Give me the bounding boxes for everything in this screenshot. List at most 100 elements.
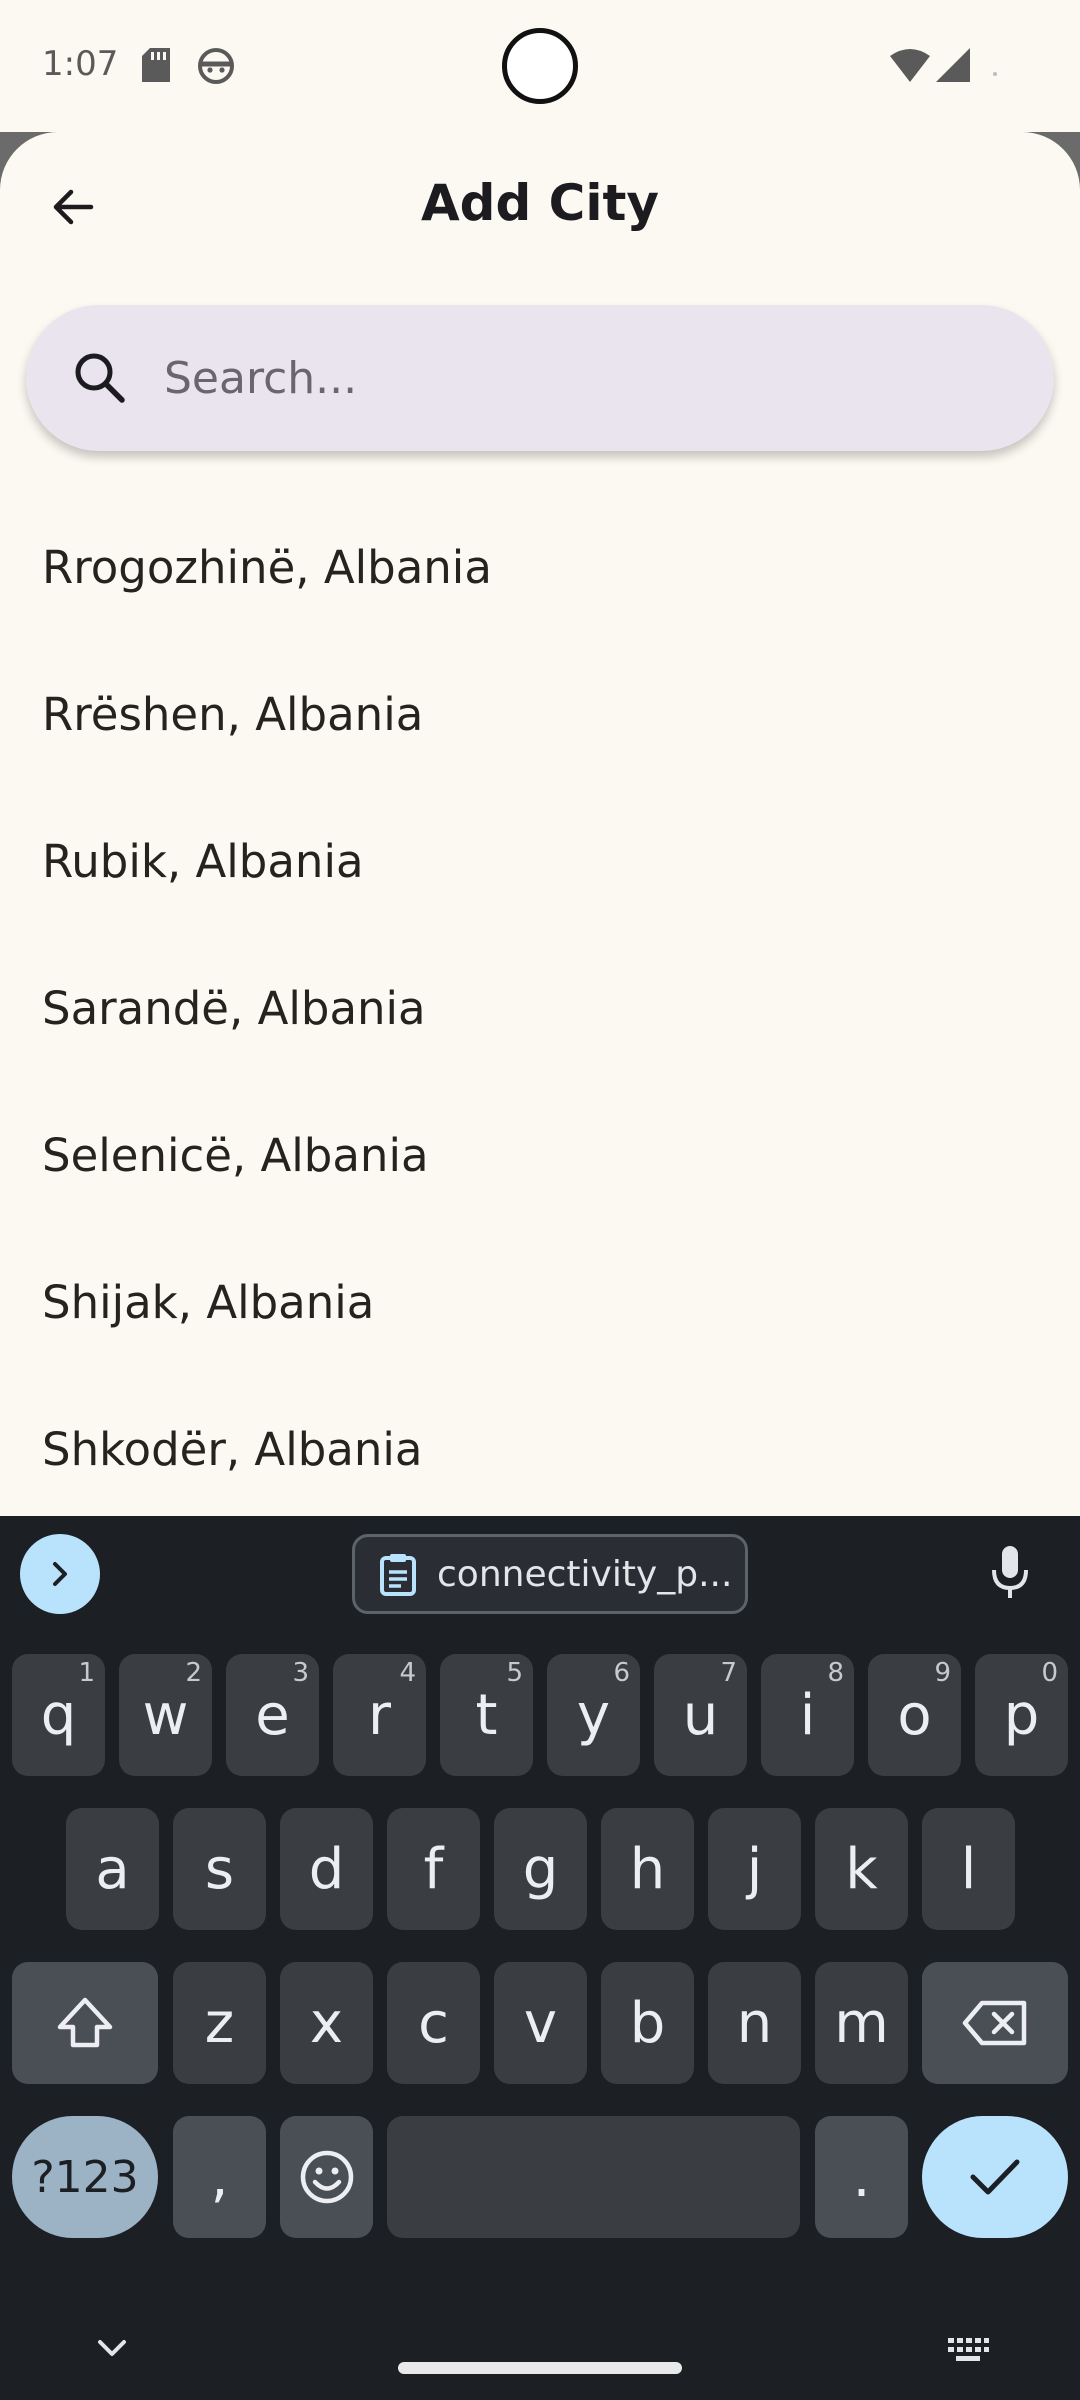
key-u[interactable]: u7	[654, 1654, 747, 1776]
key-label: j	[746, 1836, 763, 1902]
key-label: r	[367, 1682, 392, 1748]
android-face-icon	[198, 48, 234, 88]
key-y[interactable]: y6	[547, 1654, 640, 1776]
search-bar[interactable]	[26, 305, 1054, 451]
clipboard-suggestion-chip[interactable]: connectivity_p...	[352, 1534, 748, 1614]
enter-key[interactable]	[922, 2116, 1068, 2238]
key-label: u	[682, 1682, 719, 1748]
keyboard-toolbar: connectivity_p...	[0, 1516, 1080, 1632]
chevron-right-icon	[53, 1562, 67, 1586]
key-hint: 2	[185, 1658, 202, 1688]
battery-icon	[990, 64, 1000, 83]
key-label: v	[523, 1990, 558, 2056]
key-hint: 5	[506, 1658, 523, 1688]
key-label: n	[736, 1990, 773, 2056]
backspace-key[interactable]	[922, 1962, 1068, 2084]
emoji-key[interactable]	[280, 2116, 373, 2238]
comma-key[interactable]: ,	[173, 2116, 266, 2238]
on-screen-keyboard: connectivity_p... q1 w2 e3 r4 t5 y6 u7 i…	[0, 1516, 1080, 2400]
wifi-icon	[890, 48, 930, 86]
key-label: h	[629, 1836, 666, 1902]
key-s[interactable]: s	[173, 1808, 266, 1930]
key-a[interactable]: a	[66, 1808, 159, 1930]
key-label: i	[799, 1682, 816, 1748]
check-icon	[970, 2159, 1020, 2195]
key-label: l	[960, 1836, 977, 1902]
key-label: s	[204, 1836, 235, 1902]
key-g[interactable]: g	[494, 1808, 587, 1930]
key-b[interactable]: b	[601, 1962, 694, 2084]
key-label: p	[1003, 1682, 1040, 1748]
city-list-item[interactable]: Shijak, Albania	[0, 1229, 1080, 1376]
key-t[interactable]: t5	[440, 1654, 533, 1776]
status-time: 1:07	[42, 44, 119, 84]
city-list-item[interactable]: Rrogozhinë, Albania	[0, 494, 1080, 641]
key-hint: 9	[934, 1658, 951, 1688]
page-title: Add City	[420, 174, 659, 232]
key-m[interactable]: m	[815, 1962, 908, 2084]
key-hint: 6	[613, 1658, 630, 1688]
key-label: f	[423, 1836, 444, 1902]
key-j[interactable]: j	[708, 1808, 801, 1930]
emoji-icon	[300, 2150, 353, 2204]
key-p[interactable]: p0	[975, 1654, 1068, 1776]
key-label: q	[40, 1682, 77, 1748]
key-label: d	[308, 1836, 345, 1902]
key-label: m	[834, 1990, 889, 2056]
city-list-item[interactable]: Rubik, Albania	[0, 788, 1080, 935]
camera-cutout	[502, 28, 578, 104]
key-label: ,	[210, 2144, 229, 2210]
city-list-item[interactable]: Shkodër, Albania	[0, 1376, 1080, 1523]
keyboard-switch-icon[interactable]	[946, 2336, 990, 2368]
key-v[interactable]: v	[494, 1962, 587, 2084]
shift-key[interactable]	[12, 1962, 158, 2084]
key-f[interactable]: f	[387, 1808, 480, 1930]
key-hint: 8	[827, 1658, 844, 1688]
microphone-icon[interactable]	[990, 1544, 1030, 1606]
key-hint: 4	[399, 1658, 416, 1688]
key-e[interactable]: e3	[226, 1654, 319, 1776]
key-label: e	[255, 1682, 290, 1748]
key-n[interactable]: n	[708, 1962, 801, 2084]
city-list-item[interactable]: Rrëshen, Albania	[0, 641, 1080, 788]
search-icon	[70, 348, 130, 412]
key-l[interactable]: l	[922, 1808, 1015, 1930]
key-label: o	[897, 1682, 932, 1748]
key-hint: 1	[78, 1658, 95, 1688]
key-o[interactable]: o9	[868, 1654, 961, 1776]
key-w[interactable]: w2	[119, 1654, 212, 1776]
key-h[interactable]: h	[601, 1808, 694, 1930]
key-label: y	[576, 1682, 611, 1748]
key-z[interactable]: z	[173, 1962, 266, 2084]
key-d[interactable]: d	[280, 1808, 373, 1930]
sd-card-icon	[142, 48, 170, 86]
hide-keyboard-icon[interactable]	[94, 2336, 130, 2364]
period-key[interactable]: .	[815, 2116, 908, 2238]
key-label: w	[142, 1682, 189, 1748]
key-r[interactable]: r4	[333, 1654, 426, 1776]
key-label: k	[845, 1836, 878, 1902]
city-list-item[interactable]: Selenicë, Albania	[0, 1082, 1080, 1229]
key-q[interactable]: q1	[12, 1654, 105, 1776]
key-label: .	[852, 2144, 871, 2210]
key-label: b	[629, 1990, 666, 2056]
keyboard-expand-button[interactable]	[20, 1534, 100, 1614]
key-c[interactable]: c	[387, 1962, 480, 2084]
key-label: t	[475, 1682, 498, 1748]
key-x[interactable]: x	[280, 1962, 373, 2084]
symbols-key[interactable]: ?123	[12, 2116, 158, 2238]
city-list-item[interactable]: Sarandë, Albania	[0, 935, 1080, 1082]
search-input[interactable]	[164, 335, 1004, 421]
backspace-icon	[962, 2000, 1027, 2046]
key-i[interactable]: i8	[761, 1654, 854, 1776]
key-label: g	[522, 1836, 559, 1902]
key-hint: 7	[720, 1658, 737, 1688]
space-bar[interactable]	[387, 2116, 800, 2238]
key-label: c	[418, 1990, 449, 2056]
clipboard-icon	[380, 1554, 416, 1596]
signal-icon	[936, 48, 970, 86]
shift-icon	[57, 1997, 113, 2048]
city-list: Rrogozhinë, Albania Rrëshen, Albania Rub…	[0, 494, 1080, 1523]
key-k[interactable]: k	[815, 1808, 908, 1930]
home-gesture-bar[interactable]	[398, 2362, 682, 2374]
